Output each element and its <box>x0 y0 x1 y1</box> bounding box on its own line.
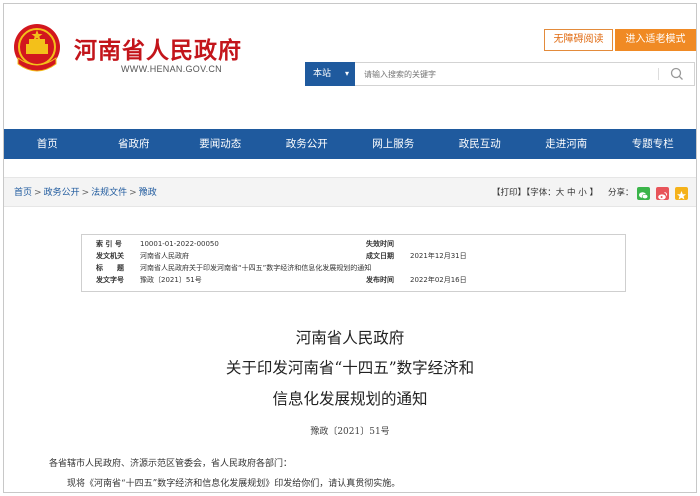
breadcrumb-link[interactable]: 法规文件 <box>91 188 127 198</box>
site-header: 河南省人民政府 WWW.HENAN.GOV.CN 无障碍阅读 进入适老模式 本站… <box>4 4 696 129</box>
updown-chevron-icon: ▾ <box>344 69 349 78</box>
document-title-line: 河南省人民政府 <box>295 329 405 347</box>
font-size-label: 【字体： <box>526 188 556 198</box>
nav-item[interactable]: 首页 <box>4 129 91 159</box>
document-title-line: 关于印发河南省“十四五”数字经济和 <box>225 359 475 377</box>
favorite-star-icon[interactable] <box>675 187 688 200</box>
meta-value: 河南省人民政府关于印发河南省“十四五”数字经济和信息化发展规划的通知 <box>140 264 372 272</box>
meta-label: 发文字号 <box>96 276 124 284</box>
breadcrumb-separator: > <box>34 188 42 198</box>
accessibility-button[interactable]: 无障碍阅读 <box>544 29 613 51</box>
document-paragraph: 现将《河南省“十四五”数字经济和信息化发展规划》印发给你们，请认真贯彻实施。 <box>67 479 401 489</box>
nav-item[interactable]: 专题专栏 <box>610 129 697 159</box>
weibo-share-icon[interactable] <box>656 187 669 200</box>
meta-row-issuer: 发文机关 河南省人民政府 成文日期 2021年12月31日 <box>82 251 625 262</box>
meta-label: 发文机关 <box>96 252 124 260</box>
meta-label: 失效时间 <box>366 240 394 248</box>
breadcrumb-bar: 首页 > 政务公开 > 法规文件 > 豫政 【打印】【字体：大 中 小 】 分享： <box>4 177 696 207</box>
meta-row-index: 索 引 号 10001-01-2022-00050 失效时间 <box>82 239 625 250</box>
font-size-close: 】 <box>589 188 598 198</box>
breadcrumb-separator: > <box>129 188 137 198</box>
share-label: 分享： <box>608 188 634 198</box>
breadcrumb-link[interactable]: 豫政 <box>139 188 157 198</box>
meta-label: 索 引 号 <box>96 240 122 248</box>
nav-item[interactable]: 网上服务 <box>350 129 437 159</box>
breadcrumb-link[interactable]: 政务公开 <box>44 188 80 198</box>
breadcrumb-separator: > <box>81 188 90 198</box>
wechat-share-icon[interactable] <box>637 187 650 200</box>
meta-row-subject: 标 题 河南省人民政府关于印发河南省“十四五”数字经济和信息化发展规划的通知 <box>82 263 625 274</box>
site-title[interactable]: 河南省人民政府 <box>74 31 242 65</box>
print-link[interactable]: 【打印】 <box>492 188 526 198</box>
meta-value: 10001-01-2022-00050 <box>140 240 219 248</box>
search-input[interactable] <box>364 65 654 83</box>
meta-value: 2021年12月31日 <box>410 252 467 260</box>
search-bar: 本站 ▾ <box>305 62 695 86</box>
meta-label: 发布时间 <box>366 276 394 284</box>
document-title-line: 信息化发展规划的通知 <box>272 390 428 408</box>
nav-item[interactable]: 政务公开 <box>264 129 351 159</box>
main-nav: 首页 省政府 要闻动态 政务公开 网上服务 政民互动 走进河南 专题专栏 <box>4 129 696 159</box>
page-frame: 河南省人民政府 WWW.HENAN.GOV.CN 无障碍阅读 进入适老模式 本站… <box>3 3 697 493</box>
nav-item[interactable]: 走进河南 <box>523 129 610 159</box>
national-emblem-icon <box>14 24 60 72</box>
nav-item[interactable]: 省政府 <box>91 129 178 159</box>
document-number: 豫政〔2021〕51号 <box>310 427 390 437</box>
page-tools: 【打印】【字体：大 中 小 】 <box>492 178 598 208</box>
search-icon[interactable] <box>668 66 686 82</box>
meta-row-docno: 发文字号 豫政〔2021〕51号 发布时间 2022年02月16日 <box>82 275 625 286</box>
nav-item[interactable]: 政民互动 <box>437 129 524 159</box>
site-url[interactable]: WWW.HENAN.GOV.CN <box>121 64 222 74</box>
font-medium-link[interactable]: 中 <box>567 188 576 198</box>
font-large-link[interactable]: 大 <box>556 188 565 198</box>
meta-value: 河南省人民政府 <box>140 252 189 260</box>
document-meta-table: 索 引 号 10001-01-2022-00050 失效时间 发文机关 河南省人… <box>81 234 626 292</box>
breadcrumb: 首页 > 政务公开 > 法规文件 > 豫政 <box>14 178 157 208</box>
font-small-link[interactable]: 小 <box>578 188 587 198</box>
search-divider <box>658 68 659 80</box>
meta-label: 标 题 <box>96 264 124 272</box>
meta-value: 2022年02月16日 <box>410 276 467 284</box>
document-salutation: 各省辖市人民政府、济源示范区管委会，省人民政府各部门： <box>49 459 293 469</box>
search-scope-label: 本站 <box>313 69 332 79</box>
search-scope-select[interactable]: 本站 ▾ <box>305 62 355 86</box>
breadcrumb-link[interactable]: 首页 <box>14 188 32 198</box>
meta-value: 豫政〔2021〕51号 <box>140 276 202 284</box>
meta-label: 成文日期 <box>366 252 394 260</box>
nav-item[interactable]: 要闻动态 <box>177 129 264 159</box>
elder-mode-button[interactable]: 进入适老模式 <box>615 29 696 51</box>
